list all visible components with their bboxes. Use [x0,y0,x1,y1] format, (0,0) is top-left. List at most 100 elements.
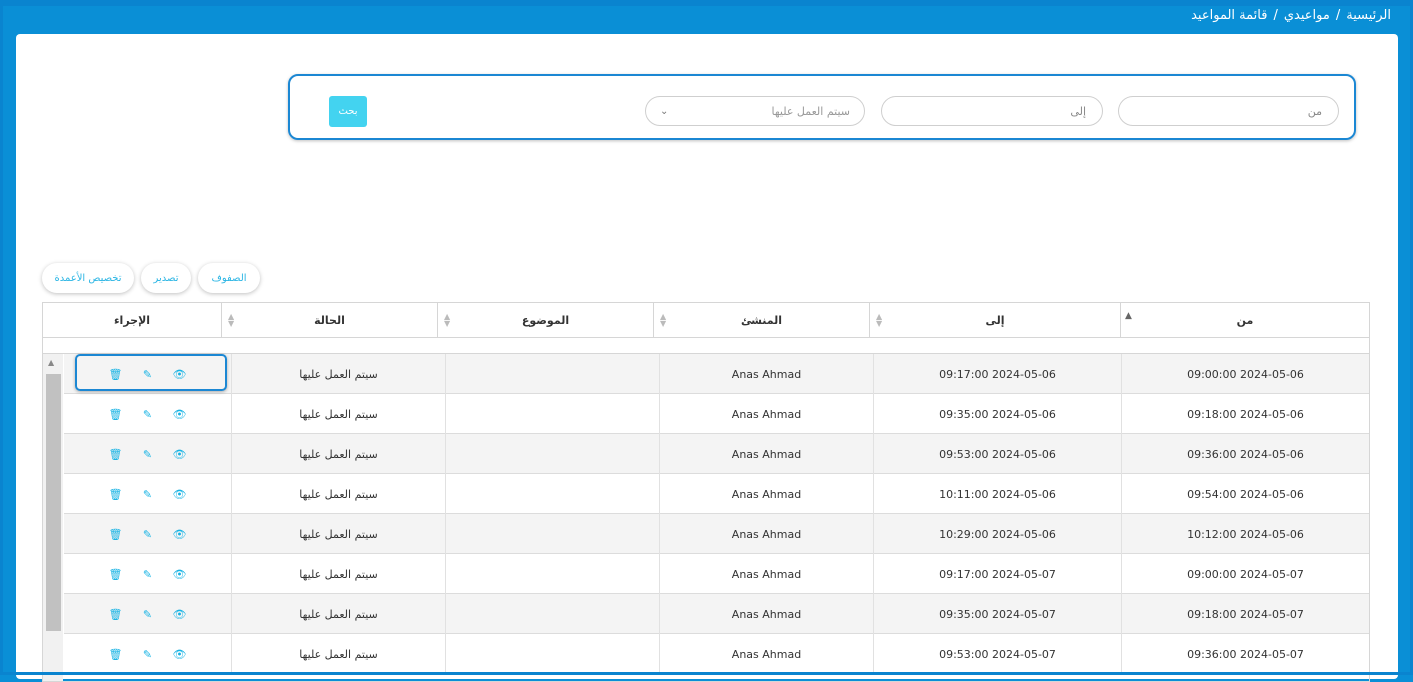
vertical-scrollbar[interactable]: ▲ [43,354,63,681]
scrollbar-thumb[interactable] [46,374,61,631]
rows-button[interactable]: الصفوف [198,263,260,293]
cell-subject [445,554,659,594]
appointments-table: من ▲ إلى ▲ ▼ المنشئ ▲ ▼ الموضوع ▲ ▼ الحالة … [42,302,1370,682]
table-row[interactable]: 2024-05-06 09:36:00 2024-05-06 09:53:00 An… [64,434,1369,474]
trash-icon[interactable]: 🗑 [109,608,123,621]
sort-icon[interactable]: ▲ ▼ [876,313,882,328]
search-button[interactable]: بحث [329,96,367,127]
table-row[interactable]: 2024-05-06 09:54:00 2024-05-06 10:11:00 An… [64,474,1369,514]
chevron-down-icon: ⌄ [660,105,669,117]
table-header: من ▲ إلى ▲ ▼ المنشئ ▲ ▼ الموضوع ▲ ▼ الحالة … [43,303,1369,338]
cell-creator: Anas Ahmad [659,594,873,634]
breadcrumb-separator: / [1273,8,1278,23]
table-subheader [43,338,1369,354]
pencil-icon[interactable]: ✎ [141,448,155,461]
cell-from: 2024-05-07 09:00:00 [1121,554,1369,594]
to-date-input[interactable] [896,103,1088,119]
status-select[interactable]: سيتم العمل عليها ⌄ [645,96,865,126]
cell-actions: 🗑 ✎ 👁 [64,634,231,674]
cell-actions: 🗑 ✎ 👁 [64,354,231,394]
pencil-icon[interactable]: ✎ [141,648,155,661]
cell-status: سيتم العمل عليها [231,634,445,674]
to-date-field[interactable] [881,96,1103,126]
cell-to: 2024-05-06 09:17:00 [873,354,1121,394]
cell-status: سيتم العمل عليها [231,434,445,474]
trash-icon[interactable]: 🗑 [109,368,123,381]
eye-icon[interactable]: 👁 [173,648,187,661]
cell-creator: Anas Ahmad [659,394,873,434]
cell-subject [445,514,659,554]
eye-icon[interactable]: 👁 [173,608,187,621]
table-row[interactable]: 2024-05-07 09:18:00 2024-05-07 09:35:00 An… [64,594,1369,634]
cell-to: 2024-05-07 09:17:00 [873,554,1121,594]
cell-status: سيتم العمل عليها [231,354,445,394]
eye-icon[interactable]: 👁 [173,528,187,541]
column-header-to-label: إلى [985,313,1005,327]
pencil-icon[interactable]: ✎ [141,488,155,501]
eye-icon[interactable]: 👁 [173,368,187,381]
cell-to: 2024-05-06 10:11:00 [873,474,1121,514]
table-row[interactable]: 2024-05-06 09:18:00 2024-05-06 09:35:00 An… [64,394,1369,434]
cell-from: 2024-05-07 09:36:00 [1121,634,1369,674]
table-row[interactable]: 2024-05-07 09:36:00 2024-05-07 09:53:00 An… [64,634,1369,674]
cell-from: 2024-05-06 09:54:00 [1121,474,1369,514]
sort-ascending-icon[interactable]: ▲ [1125,311,1132,321]
filter-panel: سيتم العمل عليها ⌄ بحث [288,74,1356,140]
table-row[interactable]: 2024-05-06 09:00:00 2024-05-06 09:17:00 An… [64,354,1369,394]
eye-icon[interactable]: 👁 [173,408,187,421]
trash-icon[interactable]: 🗑 [109,448,123,461]
from-date-field[interactable] [1118,96,1339,126]
pencil-icon[interactable]: ✎ [141,408,155,421]
column-header-creator[interactable]: المنشئ ▲ ▼ [653,303,869,337]
cell-status: سيتم العمل عليها [231,554,445,594]
trash-icon[interactable]: 🗑 [109,568,123,581]
breadcrumb-my-appointments[interactable]: مواعيدي [1284,8,1330,23]
trash-icon[interactable]: 🗑 [109,488,123,501]
cell-to: 2024-05-06 10:29:00 [873,514,1121,554]
eye-icon[interactable]: 👁 [173,488,187,501]
customize-columns-button[interactable]: تخصيص الأعمدة [42,263,134,293]
pencil-icon[interactable]: ✎ [141,568,155,581]
column-header-action: الإجراء [43,303,221,337]
cell-actions: 🗑 ✎ 👁 [64,514,231,554]
cell-to: 2024-05-07 09:35:00 [873,594,1121,634]
top-bar: الرئيسية / مواعيدي / قائمة المواعيد [0,0,1413,34]
pencil-icon[interactable]: ✎ [141,528,155,541]
cell-subject [445,634,659,674]
from-date-input[interactable] [1133,103,1324,119]
cell-subject [445,434,659,474]
cell-creator: Anas Ahmad [659,554,873,594]
table-row[interactable]: 2024-05-06 10:12:00 2024-05-06 10:29:00 An… [64,514,1369,554]
cell-creator: Anas Ahmad [659,634,873,674]
column-header-from[interactable]: من ▲ [1120,303,1369,337]
cell-status: سيتم العمل عليها [231,394,445,434]
status-select-value: سيتم العمل عليها [771,104,850,118]
trash-icon[interactable]: 🗑 [109,648,123,661]
export-button[interactable]: تصدير [141,263,191,293]
cell-subject [445,394,659,434]
table-row[interactable]: 2024-05-07 09:00:00 2024-05-07 09:17:00 An… [64,554,1369,594]
scroll-up-arrow-icon[interactable]: ▲ [48,358,54,367]
column-header-to[interactable]: إلى ▲ ▼ [869,303,1120,337]
column-header-subject[interactable]: الموضوع ▲ ▼ [437,303,653,337]
cell-creator: Anas Ahmad [659,514,873,554]
column-header-status[interactable]: الحالة ▲ ▼ [221,303,437,337]
cell-actions: 🗑 ✎ 👁 [64,554,231,594]
trash-icon[interactable]: 🗑 [109,528,123,541]
sort-icon[interactable]: ▲ ▼ [228,313,234,328]
cell-status: سيتم العمل عليها [231,594,445,634]
sort-icon[interactable]: ▲ ▼ [444,313,450,328]
cell-actions: 🗑 ✎ 👁 [64,594,231,634]
main-card: سيتم العمل عليها ⌄ بحث الصفوف تصدير تخصي… [16,34,1398,682]
breadcrumb-home[interactable]: الرئيسية [1346,8,1391,23]
trash-icon[interactable]: 🗑 [109,408,123,421]
eye-icon[interactable]: 👁 [173,448,187,461]
cell-from: 2024-05-06 09:18:00 [1121,394,1369,434]
cell-to: 2024-05-06 09:35:00 [873,394,1121,434]
column-header-action-label: الإجراء [113,313,151,327]
pencil-icon[interactable]: ✎ [141,608,155,621]
sort-icon[interactable]: ▲ ▼ [660,313,666,328]
eye-icon[interactable]: 👁 [173,568,187,581]
table-body: 2024-05-06 09:00:00 2024-05-06 09:17:00 An… [64,354,1369,674]
pencil-icon[interactable]: ✎ [141,368,155,381]
